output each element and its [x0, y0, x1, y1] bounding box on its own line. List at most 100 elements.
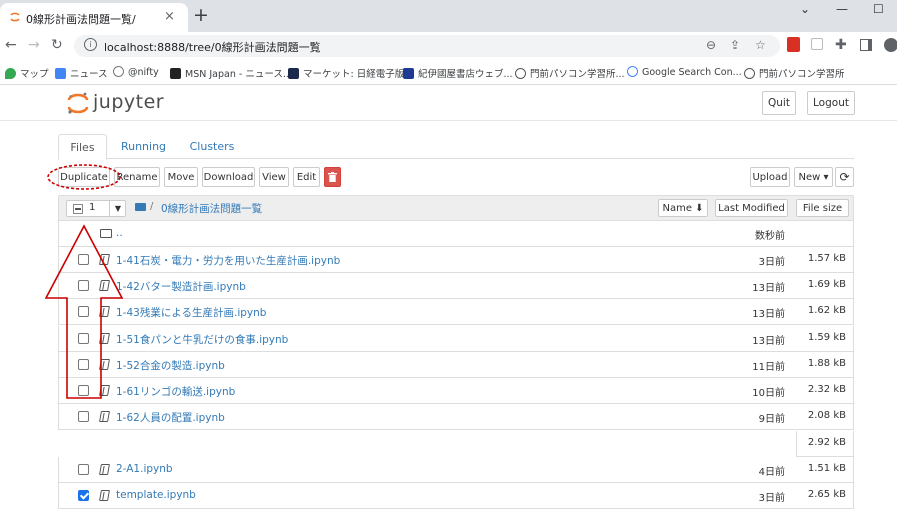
file-name-link[interactable]: 1-62人員の配置.ipynb	[116, 410, 225, 425]
file-checkbox[interactable]	[78, 254, 89, 265]
rename-button[interactable]: Rename	[114, 167, 160, 187]
file-name-link[interactable]: 1-51食パンと牛乳だけの食事.ipynb	[116, 332, 288, 347]
omnibox[interactable]: i localhost:8888/tree/0線形計画法問題一覧 ⊖ ⇪ ☆	[74, 35, 780, 57]
bookmark-item[interactable]: 門前パソコン学習所	[744, 66, 845, 80]
file-checkbox[interactable]	[78, 490, 89, 502]
selected-count: 1	[89, 202, 96, 213]
file-name-link[interactable]: 2-A1.ipynb	[116, 463, 173, 475]
url-text[interactable]: localhost:8888/tree/0線形計画法問題一覧	[104, 39, 321, 55]
nifty-icon	[113, 66, 124, 77]
file-name-link[interactable]: 1-61リンゴの輸送.ipynb	[116, 384, 235, 399]
side-panel-icon[interactable]	[860, 39, 872, 51]
bookmark-item[interactable]: 紀伊國屋書店ウェブ...	[403, 66, 513, 80]
list-item-parent[interactable]: .. 数秒前	[58, 221, 854, 247]
notebook-icon	[99, 490, 110, 502]
parent-link[interactable]: ..	[116, 227, 123, 239]
new-dropdown-button[interactable]: New ▾	[794, 167, 833, 187]
view-button[interactable]: View	[259, 167, 289, 187]
file-checkbox[interactable]	[78, 358, 89, 370]
file-name-link[interactable]: 1-42バター製造計画.ipynb	[116, 279, 246, 294]
kinokuniya-icon	[403, 68, 414, 79]
puzzle-extensions-icon[interactable]: ✚	[835, 37, 847, 53]
site-info-icon[interactable]: i	[84, 38, 97, 51]
file-list-header: 1 ▼ / 0線形計画法問題一覧 Name ⬇ Last Modified Fi…	[58, 195, 854, 221]
list-item-file[interactable]: 1-52合金の製造.ipynb 11日前 1.88 kB	[58, 351, 854, 378]
list-item-file[interactable]: 1-62人員の配置.ipynb 9日前 2.08 kB	[58, 404, 854, 431]
jupyter-header: jupyter Quit Logout	[0, 85, 897, 121]
file-modified: 4日前	[758, 467, 785, 478]
msn-icon	[170, 68, 181, 79]
file-checkbox[interactable]	[78, 332, 89, 344]
logout-button[interactable]: Logout	[807, 91, 855, 115]
bookmark-item[interactable]: マップ	[5, 66, 49, 80]
caret-down-icon[interactable]: ▼	[109, 201, 126, 216]
edit-button[interactable]: Edit	[293, 167, 320, 187]
download-button[interactable]: Download	[202, 167, 255, 187]
bookmark-item[interactable]: マーケット: 日経電子版	[288, 66, 404, 80]
new-tab-icon[interactable]: +	[193, 5, 209, 25]
file-checkbox[interactable]	[78, 411, 89, 423]
list-item-file[interactable]: 1-61リンゴの輸送.ipynb 10日前 2.32 kB	[58, 378, 854, 404]
sort-modified-button[interactable]: Last Modified	[715, 199, 788, 217]
breadcrumb-folder[interactable]: 0線形計画法問題一覧	[161, 201, 262, 216]
list-item-file[interactable]: 1-42バター製造計画.ipynb 13日前 1.69 kB	[58, 273, 854, 300]
tab-clusters[interactable]: Clusters	[180, 134, 244, 159]
sort-size-button[interactable]: File size	[796, 199, 849, 217]
reload-icon[interactable]: ↻	[51, 37, 63, 53]
bookmark-item[interactable]: Google Search Con...	[627, 66, 742, 78]
breadcrumb-separator: /	[150, 201, 154, 212]
notebook-icon	[99, 332, 110, 344]
duplicate-button[interactable]: Duplicate	[58, 167, 110, 187]
file-name-link[interactable]: 1-41石炭・電力・労力を用いた生産計画.ipynb	[116, 253, 340, 268]
browser-tabstrip: 0線形計画法問題一覧/ × + ⌄ — ☐	[0, 0, 897, 32]
extension-icon[interactable]	[811, 38, 823, 50]
select-all-dropdown[interactable]: 1 ▼	[66, 200, 126, 217]
file-checkbox[interactable]	[78, 280, 89, 292]
upload-button[interactable]: Upload	[750, 167, 790, 187]
maximize-icon[interactable]: ☐	[873, 2, 884, 16]
bookmark-item[interactable]: ニュース	[55, 66, 108, 80]
notebook-icon	[99, 306, 110, 318]
sort-name-button[interactable]: Name ⬇	[658, 199, 708, 217]
list-item-file[interactable]: 1-41石炭・電力・労力を用いた生産計画.ipynb 3日前 1.57 kB	[58, 247, 854, 273]
file-name-link[interactable]: template.ipynb	[116, 489, 196, 501]
list-item-file[interactable]: 2-A1.ipynb 4日前 1.51 kB	[58, 457, 854, 483]
bookmark-item[interactable]: 門前パソコン学習所...	[515, 66, 625, 80]
bookmark-item[interactable]: MSN Japan - ニュース...	[170, 66, 292, 80]
file-checkbox[interactable]	[78, 306, 89, 318]
quit-button[interactable]: Quit	[762, 91, 796, 115]
browser-tab[interactable]: 0線形計画法問題一覧/ ×	[0, 3, 188, 32]
forward-icon[interactable]: →	[28, 37, 40, 53]
tab-files[interactable]: Files	[58, 134, 107, 160]
bookmark-star-icon[interactable]: ☆	[755, 38, 766, 52]
file-size: 1.51 kB	[807, 463, 846, 474]
file-checkbox[interactable]	[78, 464, 89, 475]
close-tab-icon[interactable]: ×	[164, 9, 175, 24]
share-icon[interactable]: ⇪	[730, 38, 740, 52]
tab-running[interactable]: Running	[112, 134, 175, 159]
minimize-icon[interactable]: —	[836, 2, 848, 16]
profile-avatar-icon[interactable]	[884, 38, 897, 52]
refresh-button[interactable]: ⟳	[835, 167, 854, 187]
bookmark-item[interactable]: @nifty	[113, 66, 159, 78]
jupyter-logo-icon[interactable]	[66, 91, 90, 115]
move-button[interactable]: Move	[164, 167, 198, 187]
select-all-checkbox[interactable]	[73, 204, 83, 214]
back-icon[interactable]: ←	[5, 37, 17, 53]
list-item-file[interactable]: 1-51食パンと牛乳だけの食事.ipynb 13日前 1.59 kB	[58, 325, 854, 352]
folder-home-icon[interactable]	[135, 203, 146, 211]
zoom-icon[interactable]: ⊖	[706, 38, 716, 52]
file-name-link[interactable]: 1-43残業による生産計画.ipynb	[116, 305, 266, 320]
file-name-link[interactable]: 1-52合金の製造.ipynb	[116, 358, 225, 373]
delete-button[interactable]	[324, 167, 341, 187]
list-item-file[interactable]: 1-43残業による生産計画.ipynb 13日前 1.62 kB	[58, 299, 854, 326]
file-checkbox[interactable]	[78, 385, 89, 396]
file-modified: 9日前	[758, 414, 785, 426]
dropdown-tabs-icon[interactable]: ⌄	[800, 2, 810, 16]
google-icon	[627, 66, 638, 77]
pdf-extension-icon[interactable]	[787, 37, 800, 52]
file-size: 1.88 kB	[807, 357, 846, 369]
list-item-size-only: 2.92 kB	[58, 431, 854, 457]
jupyter-logo-text[interactable]: jupyter	[93, 91, 164, 113]
list-item-file[interactable]: template.ipynb 3日前 2.65 kB	[58, 483, 854, 510]
